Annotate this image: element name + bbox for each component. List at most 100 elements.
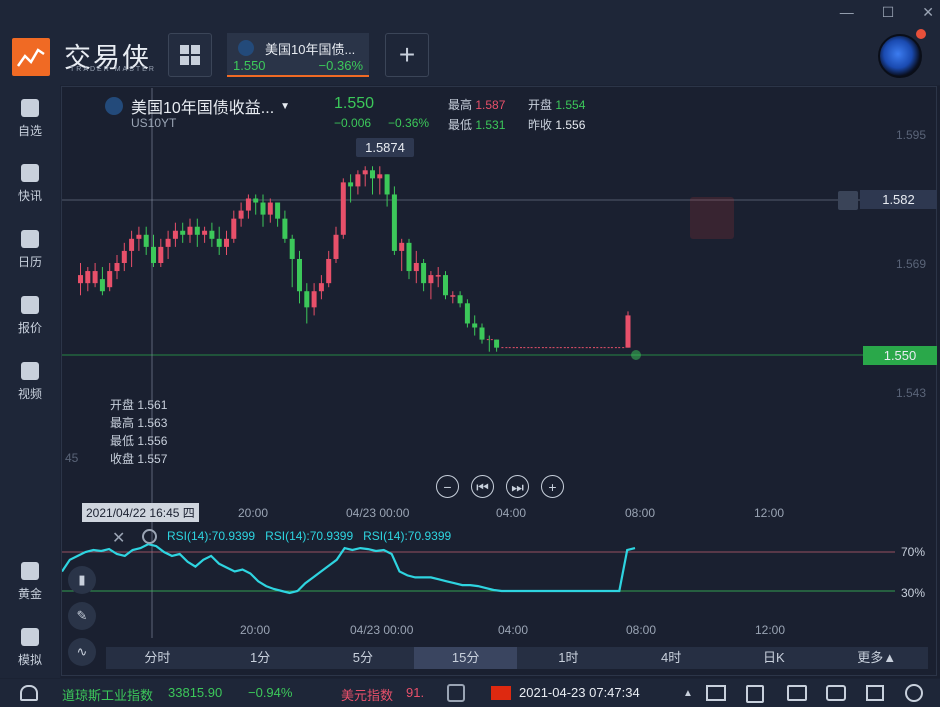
timeframe-tab-active[interactable]: 15分 [414,647,517,669]
candle-body [413,263,419,272]
bell-icon[interactable] [838,191,858,210]
status-bar: 道琼斯工业指数 33815.90 −0.94% 美元指数 91. 2021-04… [0,679,940,707]
settings-gear-icon[interactable] [905,684,923,702]
price-change-pct: −0.36% [388,116,430,130]
rsi-legend: RSI(14):70.9399 RSI(14):70.9399 RSI(14):70… [167,529,452,543]
skip-forward-button[interactable]: ⏭ [506,475,529,498]
y-tick: 1.595 [896,128,927,142]
candle-body [421,263,427,284]
candle-body [377,174,383,179]
candle-body [129,238,135,251]
candle-body [333,234,339,259]
candle-body [194,226,200,235]
candle-body [326,258,332,284]
skip-back-button[interactable]: ⏮ [471,475,494,498]
bar-chart-icon [105,97,123,115]
candle-body [136,234,142,239]
x-tick: 04:00 [498,623,529,637]
candle-body [260,202,266,215]
rsi-line [61,543,636,595]
cursor-open: 开盘 1.561 [110,398,168,412]
rsi-level-30: 30% [901,586,926,600]
timeframe-tab[interactable]: 1时 [517,647,620,669]
close-indicator-icon[interactable]: ✕ [112,528,125,548]
current-price: 1.550 [334,95,375,112]
zoom-search-icon[interactable] [690,197,734,239]
speaker-icon[interactable] [866,685,884,701]
timeframe-tab[interactable]: 日K [723,647,826,669]
chart-nav: − ⏮ ⏭ + [436,475,564,498]
candle-body [443,275,448,296]
candle-body [348,182,354,187]
x-tick: 08:00 [625,506,656,520]
indicator-icon[interactable]: ∿ [68,638,96,666]
cursor-high: 最高 1.563 [110,416,168,430]
candle-body [318,283,324,292]
camera-icon[interactable] [826,685,846,701]
screen-off-icon[interactable] [706,685,726,701]
stat-prev-close: 昨收 1.556 [528,118,586,132]
candle-body [209,230,215,239]
chat-icon[interactable] [787,685,807,701]
index2-value: 91. [406,685,425,700]
headset-icon[interactable] [20,685,38,701]
zoom-out-button[interactable]: − [436,475,459,498]
candle-body [107,271,113,288]
candle-body [625,315,631,348]
candlestick-tool-icon[interactable]: ▮ [68,566,96,594]
candle-body [245,198,251,211]
settings-icon[interactable] [142,529,157,544]
candle-body [267,202,273,215]
index1-name[interactable]: 道琼斯工业指数 [62,685,153,704]
y-tick: 1.569 [896,257,927,271]
china-flag-icon [491,686,511,700]
candle-body [85,271,91,284]
candle-body [253,198,259,203]
candle-body [391,194,397,251]
candle-body [187,226,193,235]
candle-body [275,202,281,219]
candle-body [428,275,434,284]
stat-open: 开盘 1.554 [528,98,586,112]
index2-name[interactable]: 美元指数 [341,685,393,704]
candle-body [340,182,346,235]
caret-up-icon[interactable]: ▲ [683,688,693,699]
candle-body [99,279,105,292]
candle-body [370,170,375,179]
candle-body [399,242,405,251]
drawing-tools: ▮ ✎ ∿ [68,566,96,674]
candle-body [472,323,478,328]
alert-price-tag: 1.582 [860,190,937,209]
cursor-close: 收盘 1.557 [110,452,168,466]
clock: 2021-04-23 07:47:34 [519,685,640,700]
symbol-selector[interactable]: 美国10年国债收益... ▼ [105,94,290,118]
zoom-in-button[interactable]: + [541,475,564,498]
timeframe-tab[interactable]: 5分 [312,647,415,669]
index1-value: 33815.90 [168,685,223,700]
candle-body [406,242,412,272]
candle-body [450,295,456,297]
timeframe-tab[interactable]: 4时 [620,647,723,669]
timeframe-tab[interactable]: 分时 [106,647,209,669]
unlink-icon[interactable] [447,684,465,702]
candle-body [282,218,288,239]
candle-body [362,170,368,175]
caret-down-icon[interactable]: ▼ [280,101,290,112]
x-tick: 04:00 [496,506,527,520]
candle-body [143,234,149,247]
candle-body [78,275,83,284]
pencil-icon[interactable]: ✎ [68,602,96,630]
cursor-low: 最低 1.556 [110,434,168,448]
timeframe-bar: 分时 1分 5分 15分 1时 4时 日K 更多▲ [106,647,928,669]
timeframe-tab[interactable]: 1分 [209,647,312,669]
candle-body [172,230,178,239]
tools-icon[interactable] [746,685,764,703]
candle-body [231,218,237,239]
candle-body [304,291,310,308]
timeframe-more[interactable]: 更多▲ [825,647,928,669]
candle-body [355,174,361,187]
candle-body [158,246,164,263]
candle-body [224,238,229,247]
candle-body [479,327,485,340]
x-tick: 12:00 [755,623,786,637]
